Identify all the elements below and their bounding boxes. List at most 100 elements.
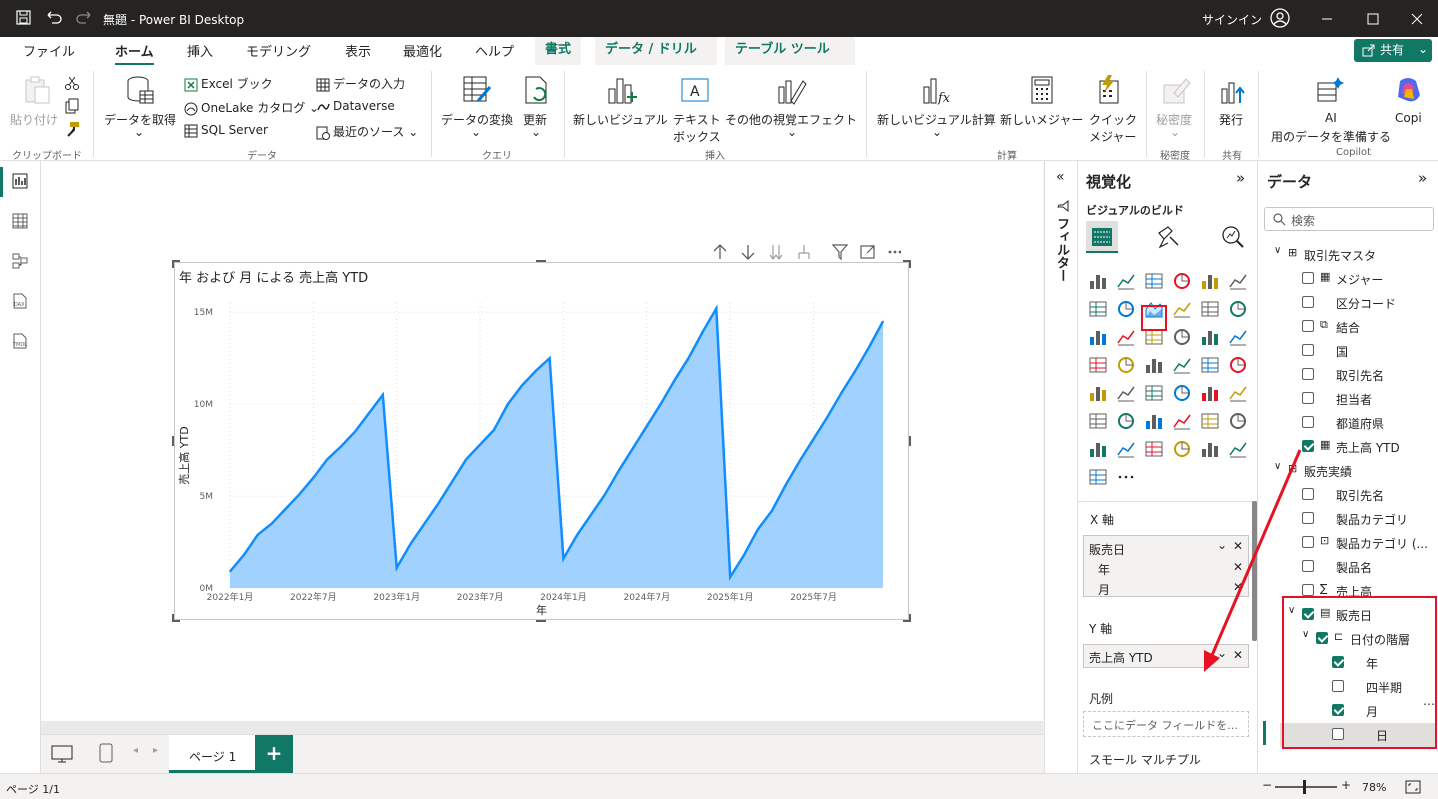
drill-up-icon[interactable]	[713, 244, 727, 259]
publish-icon[interactable]	[1218, 75, 1248, 105]
treemap-icon[interactable]	[1088, 355, 1108, 375]
field-4[interactable]: 取引先名	[1258, 363, 1438, 387]
field-5[interactable]: 担当者	[1258, 387, 1438, 411]
smart-narrative-icon[interactable]	[1200, 411, 1220, 431]
close-icon[interactable]	[1410, 12, 1424, 26]
ribbon-chart-a-icon[interactable]	[1172, 299, 1192, 319]
azure-map-icon[interactable]	[1200, 355, 1220, 375]
field-checkbox[interactable]	[1302, 368, 1314, 380]
textbox-button-line1[interactable]: テキスト	[673, 111, 721, 128]
report-view-icon[interactable]	[12, 173, 28, 189]
scatter-icon[interactable]	[1172, 327, 1192, 347]
power-automate-icon[interactable]	[1116, 439, 1136, 459]
dataverse-button[interactable]: Dataverse	[316, 99, 395, 114]
zoom-slider-thumb[interactable]	[1303, 780, 1306, 794]
multi-card-icon[interactable]	[1116, 383, 1136, 403]
tab-help[interactable]: ヘルプ	[475, 41, 514, 60]
slicer-icon[interactable]	[1172, 383, 1192, 403]
page-tab-1[interactable]: ページ 1	[169, 735, 255, 773]
zoom-slider[interactable]	[1275, 786, 1337, 788]
enter-data-button[interactable]: データの入力	[316, 75, 405, 92]
paste-icon[interactable]	[22, 75, 52, 105]
chevron-down-icon[interactable]: ⌄	[471, 125, 481, 139]
field-0[interactable]: ▦ メジャー	[1258, 267, 1438, 291]
power-apps-icon[interactable]	[1088, 439, 1108, 459]
ai-prep-line1[interactable]: AI	[1325, 111, 1337, 125]
area-chart-visual[interactable]: 年 および 月 による 売上高 YTD 0M 5M 10M 15M 2022年1月 202…	[174, 262, 909, 620]
waterfall-b-icon[interactable]	[1228, 299, 1248, 319]
next-page-icon[interactable]: ▸	[153, 745, 158, 756]
tab-file[interactable]: ファイル	[23, 41, 75, 60]
new-visual-button[interactable]: 新しいビジュアル	[573, 111, 668, 128]
goals-icon[interactable]	[1088, 467, 1108, 487]
new-measure-button[interactable]: 新しいメジャー	[1000, 111, 1083, 128]
focus-mode-icon[interactable]	[860, 245, 875, 259]
table-icon[interactable]	[1200, 383, 1220, 403]
recent-sources-button[interactable]: 最近のソース ⌄	[316, 123, 418, 140]
tab-table-tools[interactable]: テーブル ツール	[725, 37, 855, 65]
copilot-button[interactable]: Copi	[1395, 111, 1422, 125]
r-visual-icon[interactable]	[1228, 383, 1248, 403]
database-icon[interactable]	[125, 75, 155, 105]
tab-modeling[interactable]: モデリング	[246, 41, 311, 60]
line-column-icon[interactable]	[1088, 327, 1108, 347]
waterfall-a-icon[interactable]	[1200, 299, 1220, 319]
quick-measure-line1[interactable]: クイック	[1089, 111, 1137, 128]
redo-icon[interactable]	[76, 10, 92, 26]
new-visual-icon[interactable]	[607, 75, 637, 105]
key-influencers-icon[interactable]	[1116, 411, 1136, 431]
legend-well[interactable]: ここにデータ フィールドを...	[1083, 711, 1249, 737]
calculator-icon[interactable]	[1028, 75, 1058, 105]
tab-format[interactable]: 書式	[535, 37, 582, 65]
100-column-icon[interactable]	[1228, 271, 1248, 291]
field-checkbox[interactable]	[1302, 344, 1314, 356]
analytics-icon[interactable]	[1221, 225, 1245, 249]
line-chart-icon[interactable]	[1088, 299, 1108, 319]
ai-prep-icon[interactable]	[1316, 75, 1346, 105]
fit-page-icon[interactable]	[1405, 780, 1421, 794]
map-icon[interactable]	[1116, 355, 1136, 375]
chevron-down-icon[interactable]: ⌄	[531, 125, 541, 139]
minimize-icon[interactable]	[1320, 12, 1334, 26]
chevron-down-icon[interactable]: ⌄	[1170, 125, 1180, 139]
kpi-icon[interactable]	[1144, 383, 1164, 403]
stacked-column-icon[interactable]	[1116, 271, 1136, 291]
prev-page-icon[interactable]: ◂	[133, 745, 138, 756]
field-1[interactable]: 区分コード	[1258, 291, 1438, 315]
ai-prep-line2[interactable]: 用のデータを準備する	[1271, 128, 1391, 145]
expand-hierarchy-icon[interactable]	[798, 245, 810, 259]
clustered-column-icon[interactable]	[1172, 271, 1192, 291]
filters-pane[interactable]: « フィルター	[1044, 161, 1077, 773]
ribbon-chart-icon[interactable]	[1116, 327, 1136, 347]
chevron-down-icon[interactable]: ⌄	[932, 125, 942, 139]
filled-map-icon[interactable]	[1144, 355, 1164, 375]
more-options-icon[interactable]	[888, 250, 901, 254]
textbox-icon[interactable]: A	[680, 75, 710, 105]
search-input[interactable]: 検索	[1264, 207, 1434, 231]
sensitivity-icon[interactable]	[1162, 75, 1192, 105]
decomposition-tree-icon[interactable]	[1144, 411, 1164, 431]
field-checkbox[interactable]	[1302, 320, 1314, 332]
tab-data-drill[interactable]: データ / ドリル	[595, 37, 717, 65]
field-checkbox[interactable]	[1302, 392, 1314, 404]
share-button[interactable]: 共有 ⌄	[1354, 39, 1432, 62]
tab-insert[interactable]: 挿入	[187, 41, 213, 60]
donut-icon[interactable]	[1228, 327, 1248, 347]
onelake-button[interactable]: OneLake カタログ ⌄	[184, 99, 319, 116]
area-chart-alt-icon[interactable]	[1116, 299, 1136, 319]
more-visuals-icon[interactable]	[1116, 467, 1136, 487]
chevron-down-icon[interactable]: ⌄	[134, 125, 144, 139]
tmdl-view-icon[interactable]: TMDL	[12, 333, 28, 349]
undo-icon[interactable]	[46, 10, 62, 26]
quick-measure-line2[interactable]: メジャー	[1089, 128, 1136, 145]
visual-calc-icon[interactable]: fx	[922, 75, 952, 105]
chevron-down-icon[interactable]: ⌄	[787, 125, 797, 139]
zoom-in-icon[interactable]: +	[1341, 778, 1351, 792]
copy-icon[interactable]	[64, 98, 80, 114]
maximize-icon[interactable]	[1366, 12, 1380, 26]
qa-icon[interactable]	[1172, 411, 1192, 431]
format-visual-icon[interactable]	[1156, 225, 1180, 249]
field-6[interactable]: 都道府県	[1258, 411, 1438, 435]
drill-down-icon[interactable]	[741, 245, 755, 260]
chevron-down-icon[interactable]: ∨	[1274, 245, 1281, 256]
